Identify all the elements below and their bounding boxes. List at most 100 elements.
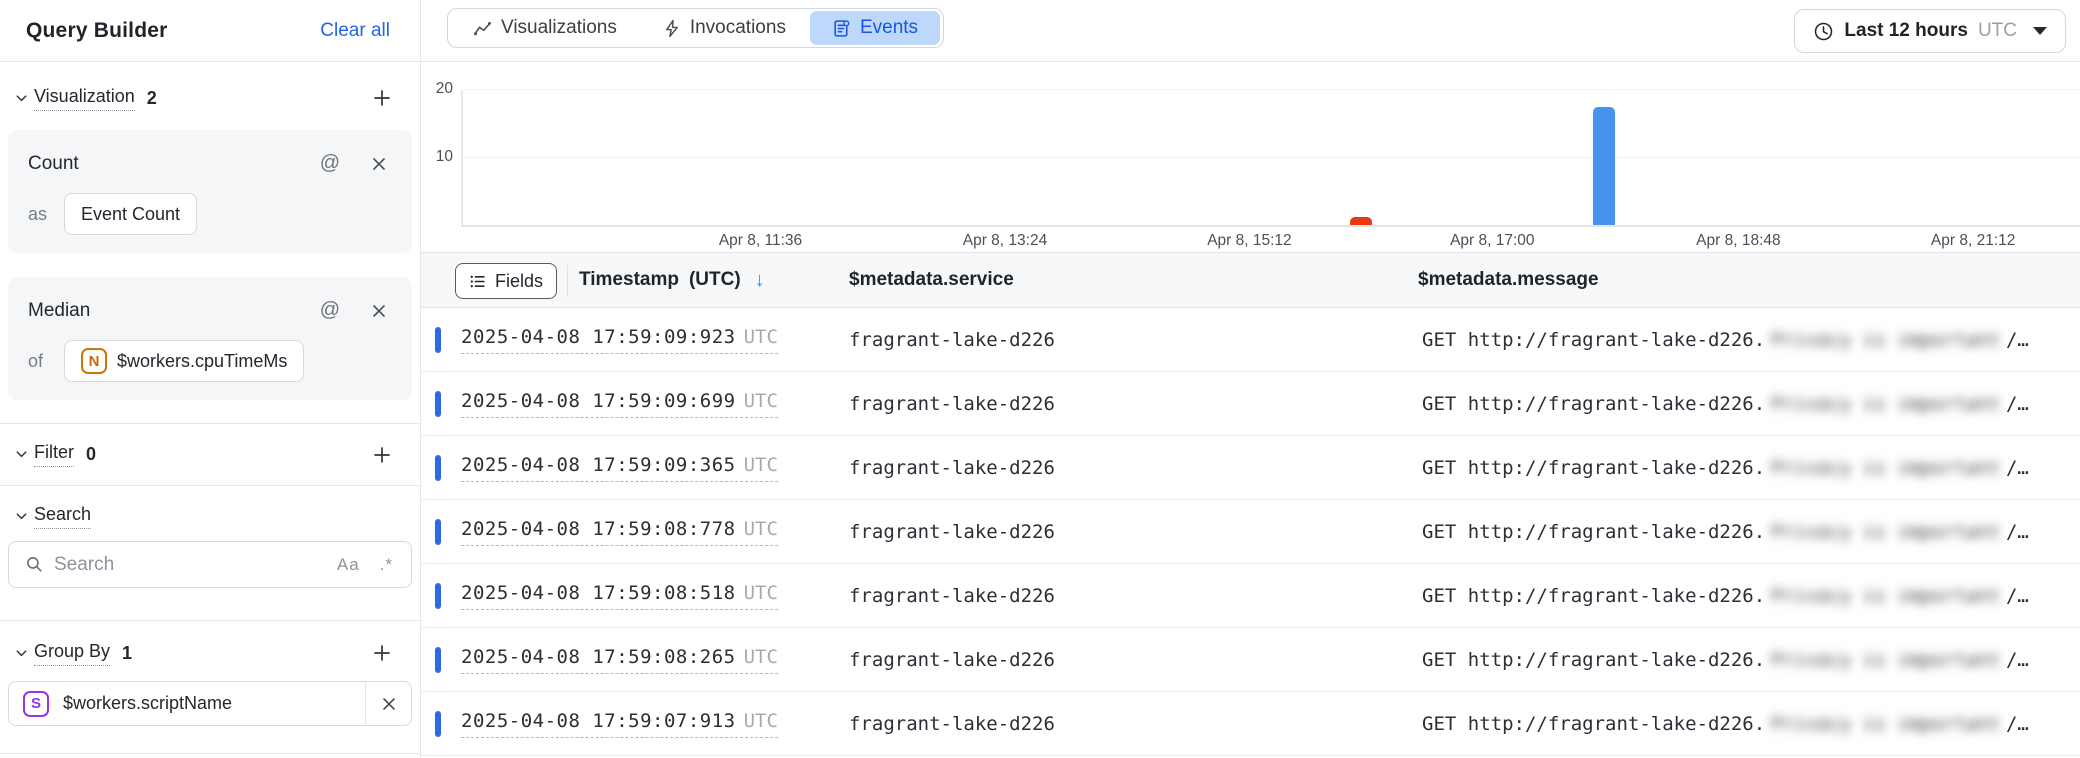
add-filter-button[interactable] xyxy=(368,441,396,469)
timestamp-cell[interactable]: 2025-04-08 17:59:09:365UTC xyxy=(461,454,778,482)
timestamp-cell[interactable]: 2025-04-08 17:59:09:699UTC xyxy=(461,390,778,418)
chevron-down-icon xyxy=(8,447,34,462)
fields-button[interactable]: Fields xyxy=(455,263,557,299)
redacted-text: Privacy is important xyxy=(1771,649,2000,671)
event-count-chart: 1020Apr 8, 11:36Apr 8, 13:24Apr 8, 15:12… xyxy=(421,62,2080,252)
visualization-section: Visualization 2 Count @ xyxy=(0,62,420,424)
tab-invocations[interactable]: Invocations xyxy=(641,11,808,45)
redacted-text: Privacy is important xyxy=(1771,457,2000,479)
table-row[interactable]: 2025-04-08 17:59:09:923UTC fragrant-lake… xyxy=(421,308,2080,372)
cpu-time-field-chip[interactable]: N $workers.cpuTimeMs xyxy=(64,340,304,382)
table-row[interactable]: 2025-04-08 17:59:08:518UTC fragrant-lake… xyxy=(421,564,2080,628)
chevron-down-icon xyxy=(8,509,34,524)
timestamp-cell[interactable]: 2025-04-08 17:59:08:265UTC xyxy=(461,646,778,674)
visualization-card-count: Count @ as Event Count xyxy=(8,130,412,253)
message-cell: GET http://fragrant-lake-d226.Privacy is… xyxy=(1422,585,2029,607)
timestamp-cell[interactable]: 2025-04-08 17:59:09:923UTC xyxy=(461,326,778,354)
time-range-zone: UTC xyxy=(1978,20,2017,42)
column-header-timestamp[interactable]: Timestamp (UTC) ↓ xyxy=(579,253,765,307)
event-count-chip[interactable]: Event Count xyxy=(64,193,197,235)
table-row[interactable]: 2025-04-08 17:59:09:699UTC fragrant-lake… xyxy=(421,372,2080,436)
fields-list-icon xyxy=(469,273,486,290)
chart-bar[interactable] xyxy=(1350,217,1372,225)
filter-section-header[interactable]: Filter 0 xyxy=(0,441,420,469)
group-by-section-header[interactable]: Group By 1 xyxy=(0,639,420,667)
remove-visualization-button[interactable] xyxy=(366,298,392,324)
number-type-icon: N xyxy=(81,348,107,374)
x-axis-tick-label: Apr 8, 11:36 xyxy=(719,232,802,250)
alias-prefix: as xyxy=(28,204,50,225)
clear-all-link[interactable]: Clear all xyxy=(320,20,390,42)
page-title: Query Builder xyxy=(26,19,167,43)
tab-visualizations[interactable]: Visualizations xyxy=(451,11,639,45)
add-visualization-button[interactable] xyxy=(368,84,396,112)
search-input[interactable] xyxy=(54,554,317,576)
timestamp-cell[interactable]: 2025-04-08 17:59:08:518UTC xyxy=(461,582,778,610)
service-cell: fragrant-lake-d226 xyxy=(849,457,1055,479)
remove-visualization-button[interactable] xyxy=(366,151,392,177)
group-by-chip[interactable]: S $workers.scriptName xyxy=(8,681,412,726)
remove-group-by-button[interactable] xyxy=(365,682,411,725)
event-severity-bar xyxy=(435,647,441,673)
sort-descending-icon[interactable]: ↓ xyxy=(755,269,765,292)
sidebar-header: Query Builder Clear all xyxy=(0,0,420,62)
events-icon xyxy=(832,19,851,38)
message-cell: GET http://fragrant-lake-d226.Privacy is… xyxy=(1422,329,2029,351)
table-row[interactable]: 2025-04-08 17:59:07:913UTC fragrant-lake… xyxy=(421,692,2080,756)
search-box: Aa .* xyxy=(8,541,412,588)
chart-bar[interactable] xyxy=(1593,107,1615,225)
column-header-message[interactable]: $metadata.message xyxy=(1418,253,1599,307)
field-prefix: of xyxy=(28,351,50,372)
time-range-value: Last 12 hours xyxy=(1844,20,1968,42)
group-by-section: Group By 1 S $workers.scriptName xyxy=(0,621,420,754)
service-cell: fragrant-lake-d226 xyxy=(849,329,1055,351)
events-table-body: 2025-04-08 17:59:09:923UTC fragrant-lake… xyxy=(421,308,2080,758)
column-header-service[interactable]: $metadata.service xyxy=(849,253,1014,307)
service-cell: fragrant-lake-d226 xyxy=(849,585,1055,607)
event-severity-bar xyxy=(435,711,441,737)
results-topbar: Visualizations Invocations Events Last 1… xyxy=(421,0,2080,62)
timestamp-cell[interactable]: 2025-04-08 17:59:07:913UTC xyxy=(461,710,778,738)
group-by-count: 1 xyxy=(122,643,132,664)
message-cell: GET http://fragrant-lake-d226.Privacy is… xyxy=(1422,713,2029,735)
message-cell: GET http://fragrant-lake-d226.Privacy is… xyxy=(1422,393,2029,415)
redacted-text: Privacy is important xyxy=(1771,585,2000,607)
add-group-by-button[interactable] xyxy=(368,639,396,667)
event-severity-bar xyxy=(435,391,441,417)
table-row[interactable]: 2025-04-08 17:59:08:265UTC fragrant-lake… xyxy=(421,628,2080,692)
tab-events[interactable]: Events xyxy=(810,11,940,45)
clock-icon xyxy=(1813,21,1834,42)
group-by-label: Group By xyxy=(34,641,110,666)
table-row[interactable]: 2025-04-08 17:59:09:365UTC fragrant-lake… xyxy=(421,436,2080,500)
card-title: Median xyxy=(28,300,90,322)
table-row[interactable]: 2025-04-08 17:59:08:778UTC fragrant-lake… xyxy=(421,500,2080,564)
redacted-text: Privacy is important xyxy=(1771,521,2000,543)
alias-button[interactable]: @ xyxy=(316,295,344,326)
time-range-selector[interactable]: Last 12 hours UTC xyxy=(1794,9,2066,53)
x-axis-tick-label: Apr 8, 18:48 xyxy=(1696,232,1780,250)
search-section-header[interactable]: Search xyxy=(0,504,420,529)
group-by-field: $workers.scriptName xyxy=(63,693,365,714)
filter-label: Filter xyxy=(34,442,74,467)
chevron-down-icon xyxy=(2033,27,2047,35)
header-divider xyxy=(567,265,568,297)
table-header: Fields Timestamp (UTC) ↓ $metadata.servi… xyxy=(421,252,2080,308)
search-section: Search Aa .* xyxy=(0,486,420,621)
visualization-section-header[interactable]: Visualization 2 xyxy=(0,80,420,116)
results-panel: Visualizations Invocations Events Last 1… xyxy=(421,0,2080,758)
chevron-down-icon xyxy=(8,646,34,661)
view-tabs: Visualizations Invocations Events xyxy=(447,8,944,48)
workers-observability-app: Query Builder Clear all Visualization 2 … xyxy=(0,0,2080,758)
plus-icon xyxy=(372,643,392,663)
string-type-icon: S xyxy=(23,691,49,717)
gridline xyxy=(461,157,2080,158)
alias-button[interactable]: @ xyxy=(316,148,344,179)
query-builder-sidebar: Query Builder Clear all Visualization 2 … xyxy=(0,0,421,758)
x-axis-line xyxy=(461,225,2080,227)
regex-toggle[interactable]: .* xyxy=(380,555,393,575)
x-axis-tick-label: Apr 8, 13:24 xyxy=(963,232,1047,250)
match-case-toggle[interactable]: Aa xyxy=(337,555,360,575)
at-sign-icon: @ xyxy=(320,152,340,175)
filter-count: 0 xyxy=(86,444,96,465)
timestamp-cell[interactable]: 2025-04-08 17:59:08:778UTC xyxy=(461,518,778,546)
